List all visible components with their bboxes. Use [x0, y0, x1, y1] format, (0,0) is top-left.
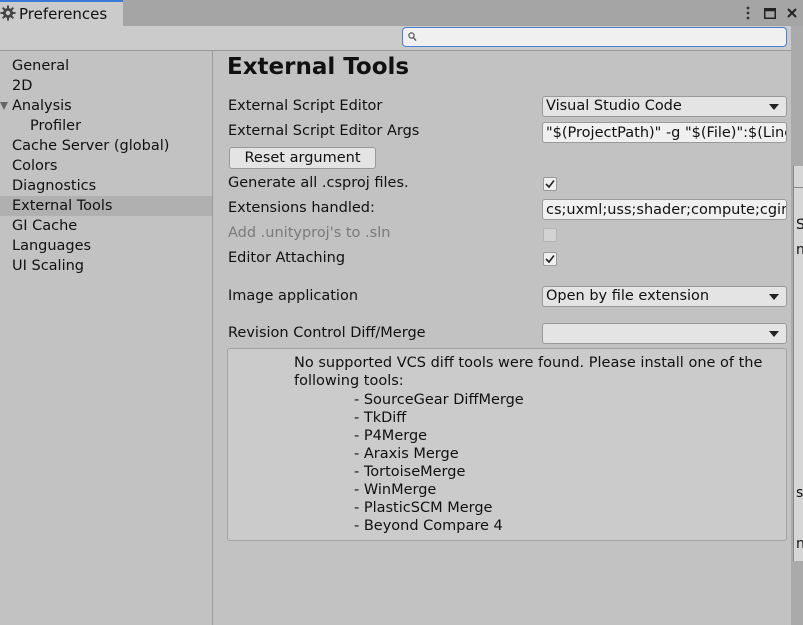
external-script-editor-dropdown[interactable]: Visual Studio Code	[542, 96, 787, 117]
gear-icon	[0, 5, 16, 21]
sidebar-item-languages[interactable]: Languages	[0, 236, 212, 256]
preferences-tab[interactable]: Preferences	[0, 0, 123, 26]
extensions-handled-field[interactable]	[542, 199, 787, 220]
sidebar-item-2d[interactable]: 2D	[0, 76, 212, 96]
background-window-text: s/S	[796, 485, 803, 501]
generate-csproj-checkbox[interactable]	[543, 177, 557, 191]
sidebar-item-label: Diagnostics	[12, 178, 97, 194]
image-application-dropdown[interactable]: Open by file extension	[542, 286, 787, 307]
sidebar-item-label: General	[12, 58, 70, 74]
add-unityproj-label: Add .unityproj's to .sln	[228, 225, 391, 241]
settings-panel: External Tools External Script Editor Vi…	[214, 51, 791, 625]
sidebar-item-label: Profiler	[30, 118, 82, 134]
window-controls	[737, 0, 803, 26]
foldout-arrow-icon[interactable]	[0, 102, 8, 110]
external-script-editor-args-field[interactable]	[542, 122, 787, 143]
add-unityproj-checkbox	[543, 228, 557, 242]
list-item: - TkDiff	[354, 410, 407, 426]
search-icon	[408, 32, 417, 42]
vcs-tool-list: - SourceGear DiffMerge - TkDiff - P4Merg…	[354, 391, 524, 535]
kebab-menu-icon[interactable]	[737, 2, 759, 24]
reset-argument-button[interactable]: Reset argument	[229, 147, 376, 169]
checkmark-icon	[545, 255, 555, 264]
extensions-handled-label: Extensions handled:	[228, 200, 375, 216]
sidebar-item-profiler[interactable]: Profiler	[0, 116, 212, 136]
sidebar-item-ui-scaling[interactable]: UI Scaling	[0, 256, 212, 276]
editor-attaching-label: Editor Attaching	[228, 250, 346, 266]
window-title: Preferences	[19, 5, 108, 23]
sidebar-item-label: 2D	[12, 78, 33, 94]
sidebar-item-general[interactable]: General	[0, 56, 212, 76]
sidebar-item-colors[interactable]: Colors	[0, 156, 212, 176]
search-field[interactable]	[402, 27, 787, 47]
sidebar-item-label: Cache Server (global)	[12, 138, 170, 154]
preferences-sidebar: General 2D Analysis Profiler Cache Serve…	[0, 51, 213, 625]
background-window-text: S	[796, 217, 803, 233]
generate-csproj-label: Generate all .csproj files.	[228, 175, 409, 191]
dropdown-value: Visual Studio Code	[546, 98, 682, 114]
background-window-text: np	[796, 242, 803, 258]
maximize-icon[interactable]	[759, 2, 781, 24]
vcs-help-box: No supported VCS diff tools were found. …	[227, 348, 787, 541]
checkmark-icon	[545, 180, 555, 189]
sidebar-item-diagnostics[interactable]: Diagnostics	[0, 176, 212, 196]
chevron-down-icon	[769, 294, 779, 300]
revision-control-label: Revision Control Diff/Merge	[228, 325, 426, 341]
external-script-editor-args-label: External Script Editor Args	[228, 123, 420, 139]
search-input[interactable]	[419, 28, 779, 46]
close-icon[interactable]	[781, 2, 803, 24]
editor-attaching-checkbox[interactable]	[543, 252, 557, 266]
sidebar-item-label: Languages	[12, 238, 92, 254]
sidebar-item-external-tools[interactable]: External Tools	[0, 196, 212, 216]
chevron-down-icon	[769, 104, 779, 110]
list-item: - PlasticSCM Merge	[354, 500, 493, 516]
title-bar: Preferences	[0, 0, 803, 26]
chevron-down-icon	[769, 331, 779, 337]
image-application-label: Image application	[228, 288, 359, 304]
list-item: - P4Merge	[354, 428, 428, 444]
list-item: - Araxis Merge	[354, 446, 459, 462]
background-window-divider	[793, 187, 803, 188]
sidebar-item-cache-server[interactable]: Cache Server (global)	[0, 136, 212, 156]
vcs-help-message: No supported VCS diff tools were found. …	[294, 355, 763, 389]
sidebar-item-label: UI Scaling	[12, 258, 85, 274]
list-item: - Beyond Compare 4	[354, 518, 503, 534]
sidebar-item-label: GI Cache	[12, 218, 78, 234]
page-title: External Tools	[227, 54, 410, 80]
external-script-editor-args-input[interactable]	[543, 123, 786, 142]
sidebar-item-analysis[interactable]: Analysis	[0, 96, 212, 116]
list-item: - SourceGear DiffMerge	[354, 392, 524, 408]
sidebar-item-label: Colors	[12, 158, 58, 174]
list-item: - TortoiseMerge	[354, 464, 466, 480]
list-item: - WinMerge	[354, 482, 437, 498]
sidebar-item-label: External Tools	[12, 198, 113, 214]
extensions-handled-input[interactable]	[543, 200, 786, 219]
revision-control-dropdown[interactable]	[542, 323, 787, 344]
sidebar-item-gi-cache[interactable]: GI Cache	[0, 216, 212, 236]
sidebar-item-label: Analysis	[12, 98, 72, 114]
background-window-text: n E	[796, 536, 803, 552]
external-script-editor-label: External Script Editor	[228, 98, 383, 114]
dropdown-value: Open by file extension	[546, 288, 710, 304]
